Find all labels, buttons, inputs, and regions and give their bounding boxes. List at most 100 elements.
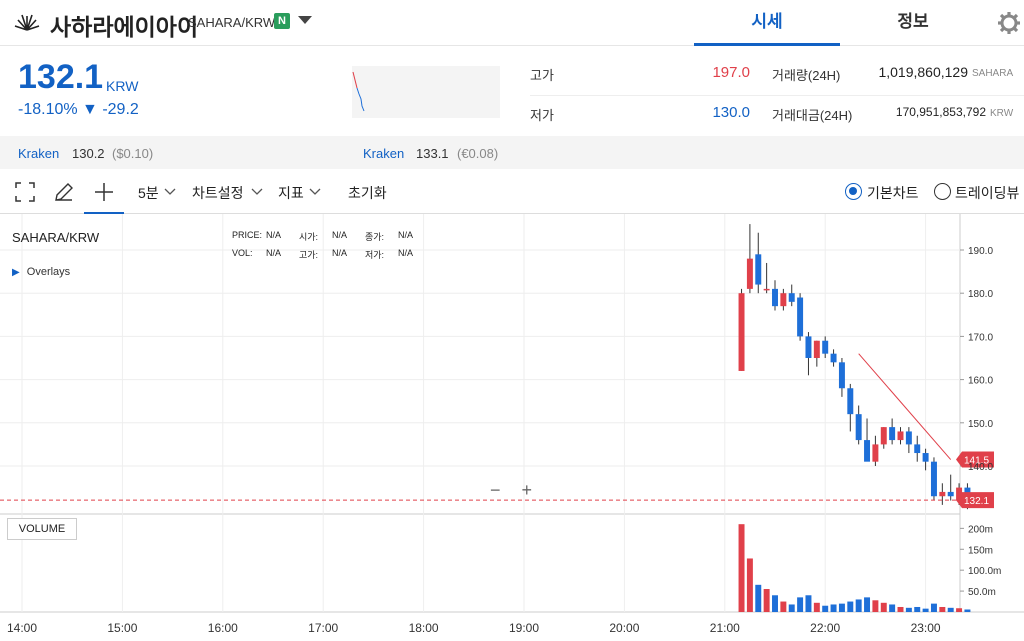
- coin-name: 사하라에이아이: [50, 14, 199, 40]
- candle-body: [855, 414, 862, 441]
- candle-body: [922, 453, 929, 462]
- sparkline-chart: [352, 66, 500, 118]
- reset-button[interactable]: 초기화: [348, 183, 387, 203]
- chart-toolbar: 5분 차트설정 지표 초기화 기본차트 트레이딩뷰: [0, 170, 1024, 214]
- volume-bar: [905, 607, 912, 612]
- chevron-down-icon: [164, 188, 176, 195]
- legend-high-label: 고가:: [299, 250, 319, 260]
- volume-bar: [805, 595, 812, 612]
- legend-low: N/A: [398, 248, 414, 258]
- time-tick-label: 19:00: [509, 621, 539, 635]
- candle-body: [763, 288, 770, 291]
- volume-bar: [956, 608, 963, 612]
- candle-body: [788, 293, 795, 302]
- chevron-down-icon: [251, 188, 263, 195]
- candle-body: [838, 362, 845, 389]
- tab-info[interactable]: 정보: [840, 0, 986, 46]
- candle-body: [880, 427, 887, 445]
- volume-bar: [813, 602, 820, 612]
- exchange-name-2[interactable]: Kraken: [363, 146, 404, 161]
- volume-bar: [922, 608, 929, 612]
- volume-bar: [838, 603, 845, 612]
- exchange-price-2: 133.1: [416, 146, 449, 161]
- time-tick-label: 16:00: [208, 621, 238, 635]
- zoom-in-button[interactable]: +: [522, 480, 533, 500]
- exchange-name-1[interactable]: Kraken: [18, 146, 59, 161]
- candle-body: [813, 340, 820, 358]
- volume-bar: [855, 599, 862, 612]
- volume-bar: [763, 589, 770, 612]
- gear-icon[interactable]: [996, 10, 1022, 36]
- pencil-icon[interactable]: [52, 180, 76, 204]
- coin-dropdown-caret-icon[interactable]: [298, 16, 312, 24]
- basic-chart-radio[interactable]: [845, 183, 862, 200]
- volume-bar: [746, 558, 753, 612]
- volume-tick-label: 100.0m: [968, 566, 1001, 577]
- candle-body: [864, 440, 871, 462]
- last-price-tag: 132.1: [964, 496, 989, 507]
- candle-body: [897, 431, 904, 441]
- current-price: 132.1: [18, 58, 104, 96]
- exchange-sub-1: ($0.10): [112, 146, 154, 161]
- coin-logo-icon: [14, 14, 40, 31]
- candle-body: [738, 293, 745, 371]
- legend-low-label: 저가:: [365, 250, 385, 260]
- legend-price: N/A: [266, 230, 282, 240]
- price-tick-label: 180.0: [968, 289, 993, 300]
- tradingview-label[interactable]: 트레이딩뷰: [955, 183, 1019, 203]
- chart-symbol: SAHARA/KRW: [12, 230, 100, 245]
- volume-bar: [947, 607, 954, 612]
- volume-bar: [939, 606, 946, 612]
- candle-body: [914, 444, 921, 454]
- chart-settings-menu[interactable]: 차트설정: [192, 183, 244, 203]
- time-tick-label: 22:00: [810, 621, 840, 635]
- trend-line[interactable]: [858, 353, 952, 460]
- candle-body: [755, 254, 762, 285]
- chevron-down-icon: [309, 188, 321, 195]
- low-value: 130.0: [712, 104, 750, 121]
- overlays-toggle[interactable]: ▶ Overlays: [12, 266, 70, 278]
- candlestick-chart[interactable]: 141.5132.1 14:00 15:00 16:00 17:00 18:00 19:0…: [0, 214, 1024, 641]
- volume-bar: [889, 604, 896, 612]
- coin-pair: SAHARA/KRW: [188, 15, 276, 30]
- candle-body: [889, 427, 896, 441]
- crosshair-icon[interactable]: [92, 180, 116, 204]
- tradingview-radio[interactable]: [934, 183, 951, 200]
- zoom-out-button[interactable]: −: [490, 480, 501, 500]
- time-tick-label: 20:00: [609, 621, 639, 635]
- fullscreen-icon[interactable]: [13, 180, 37, 204]
- volume-button[interactable]: VOLUME: [7, 518, 77, 540]
- header: 사하라에이아이 SAHARA/KRW N 시세 정보: [0, 0, 1024, 46]
- stats-row-low: 저가 130.0 거래대금(24H) 170,951,853,792 KRW: [530, 90, 1024, 136]
- price-tick-label: 140.0: [968, 462, 993, 473]
- price-tick-label: 150.0: [968, 419, 993, 430]
- indicators-menu[interactable]: 지표: [278, 183, 304, 203]
- exchange-price-1: 130.2: [72, 146, 105, 161]
- interval-select[interactable]: 5분: [138, 183, 159, 203]
- volume-unit: SAHARA: [972, 68, 1014, 79]
- volume-bar: [930, 603, 937, 612]
- basic-chart-label[interactable]: 기본차트: [867, 183, 919, 203]
- legend-open-label: 시가:: [299, 232, 319, 242]
- candle-body: [746, 258, 753, 289]
- time-tick-label: 21:00: [710, 621, 740, 635]
- volume-bar: [797, 597, 804, 612]
- candle-body: [780, 293, 787, 307]
- legend-close-label: 종가:: [365, 232, 385, 242]
- time-tick-label: 23:00: [911, 621, 941, 635]
- candle-body: [872, 444, 879, 462]
- tab-quote[interactable]: 시세: [694, 0, 840, 46]
- candle-body: [847, 388, 854, 415]
- legend-close: N/A: [398, 230, 414, 240]
- time-tick-label: 18:00: [409, 621, 439, 635]
- legend-vol: N/A: [266, 248, 282, 258]
- volume-tick-label: 200m: [968, 524, 993, 535]
- candle-body: [805, 336, 812, 358]
- volume-tick-label: 150m: [968, 545, 993, 556]
- volume-bar: [847, 601, 854, 612]
- overlays-label: Overlays: [26, 266, 71, 278]
- volume-bar: [914, 606, 921, 612]
- time-tick-label: 14:00: [7, 621, 37, 635]
- volume-bar: [880, 602, 887, 612]
- price-chart[interactable]: 141.5 132.1 14:00 15:00 16:00 17:00 18:00 19:0…: [0, 214, 1024, 641]
